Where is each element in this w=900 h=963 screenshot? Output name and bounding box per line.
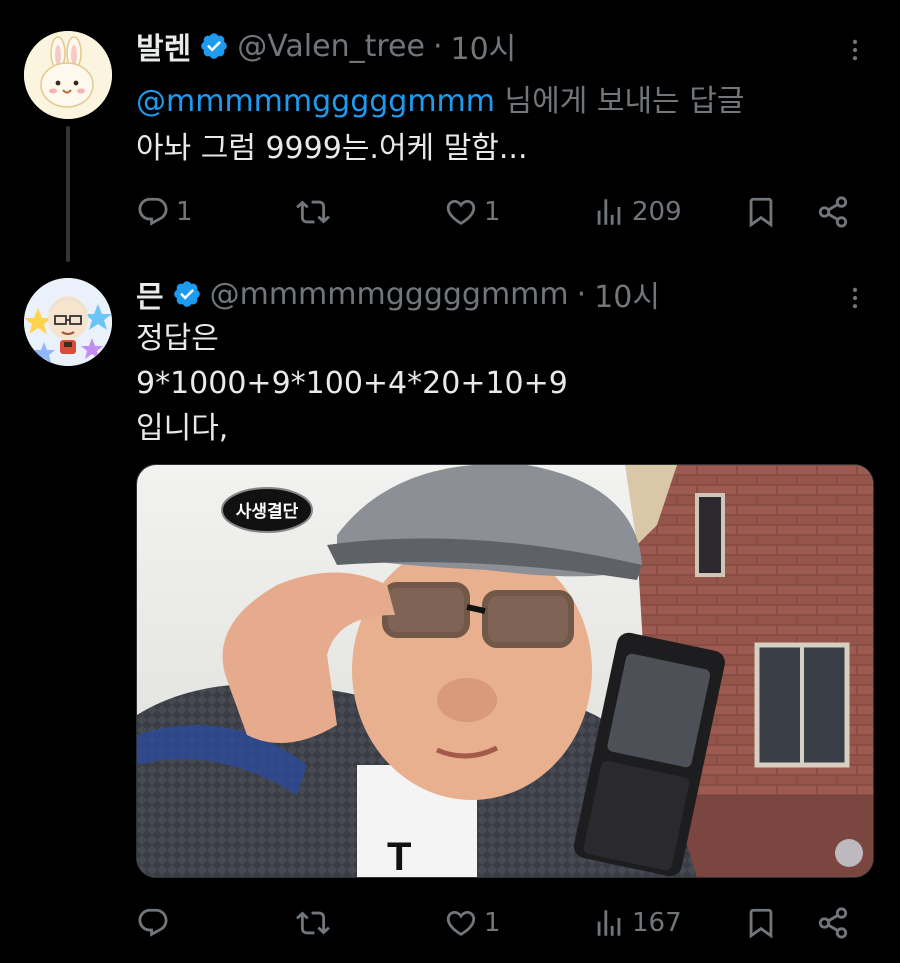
tweet-actions: 1 1 209 [136, 190, 876, 234]
separator-dot: · [576, 276, 587, 312]
tweet-reply[interactable]: 발렌 @Valen_tree · 10시 @mmmmmgggggmmm 님에게 … [0, 0, 900, 262]
views-icon [592, 906, 626, 940]
thread-connector-line [66, 126, 70, 262]
retweet-icon [296, 906, 330, 940]
verified-badge-icon[interactable] [199, 31, 229, 61]
tweet-text-line: 아놔 그럼 9999는.어케 말함... [136, 131, 528, 166]
reply-button[interactable] [136, 901, 176, 945]
share-button[interactable] [816, 190, 850, 234]
bookmark-icon [744, 906, 778, 940]
reply-icon [136, 195, 170, 229]
display-name[interactable]: 믄 [136, 272, 164, 316]
svg-text:T: T [387, 835, 411, 878]
timestamp[interactable]: 10시 [450, 24, 516, 68]
handle[interactable]: @Valen_tree [237, 29, 425, 64]
display-name[interactable]: 발렌 [136, 24, 191, 68]
show-logo: 사생결단 [221, 487, 313, 533]
tweet-text-line: 정답은 [136, 321, 219, 356]
share-button[interactable] [816, 901, 850, 945]
like-count: 1 [484, 197, 501, 227]
tweet-media-image[interactable]: T 사생결단 [136, 464, 874, 878]
bookmark-icon [744, 195, 778, 229]
share-icon [816, 195, 850, 229]
verified-badge-icon[interactable] [172, 279, 202, 309]
tweet-text-line: 9*1000+9*100+4*20+10+9 [136, 366, 568, 401]
like-count: 1 [484, 908, 501, 938]
tweet-text: 정답은 9*1000+9*100+4*20+10+9 입니다, [136, 316, 568, 451]
tweet-text-line: 입니다, [136, 411, 229, 446]
retweet-button[interactable] [296, 190, 336, 234]
more-icon[interactable] [840, 30, 870, 70]
avatar[interactable] [24, 278, 112, 366]
reply-count: 1 [176, 197, 193, 227]
views-button[interactable]: 209 [592, 190, 682, 234]
tweet-header: 발렌 @Valen_tree · 10시 [136, 24, 516, 68]
tweet-actions: 1 167 [136, 901, 876, 945]
reply-button[interactable]: 1 [136, 190, 193, 234]
photo-icon: T 사생결단 [137, 465, 873, 878]
retweet-icon [296, 195, 330, 229]
avatar[interactable] [24, 31, 112, 119]
timestamp[interactable]: 10시 [594, 272, 660, 316]
handle[interactable]: @mmmmmgggggmmm [210, 277, 569, 312]
tweet-header: 믄 @mmmmmgggggmmm · 10시 [136, 272, 660, 316]
like-button[interactable]: 1 [444, 901, 501, 945]
views-button[interactable]: 167 [592, 901, 682, 945]
tweet-text: 아놔 그럼 9999는.어케 말함... [136, 126, 528, 171]
view-count: 209 [632, 197, 682, 227]
heart-icon [444, 906, 478, 940]
retweet-button[interactable] [296, 901, 336, 945]
bookmark-button[interactable] [744, 190, 778, 234]
view-count: 167 [632, 908, 682, 938]
character-avatar-icon [24, 278, 112, 366]
tweet-answer[interactable]: 믄 @mmmmmgggggmmm · 10시 정답은 9*1000+9*100+… [0, 262, 900, 963]
views-icon [592, 195, 626, 229]
separator-dot: · [432, 28, 443, 64]
svg-text:사생결단: 사생결단 [236, 502, 299, 522]
heart-icon [444, 195, 478, 229]
replying-to-suffix: 님에게 보내는 답글 [495, 84, 745, 119]
reply-icon [136, 906, 170, 940]
more-icon[interactable] [840, 278, 870, 318]
like-button[interactable]: 1 [444, 190, 501, 234]
share-icon [816, 906, 850, 940]
bookmark-button[interactable] [744, 901, 778, 945]
rabbit-avatar-icon [24, 31, 112, 119]
mention-link[interactable]: @mmmmmgggggmmm [136, 84, 495, 119]
replying-to: @mmmmmgggggmmm 님에게 보내는 답글 [136, 76, 744, 120]
